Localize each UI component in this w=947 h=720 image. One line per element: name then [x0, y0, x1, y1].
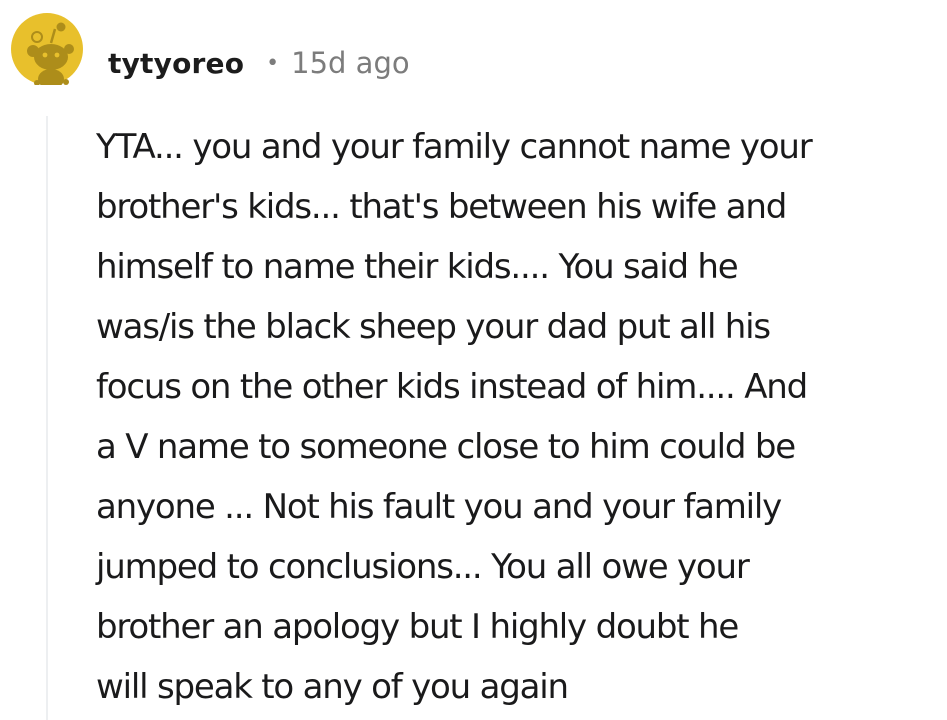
comment-line: YTA... you and your family cannot name y… [96, 127, 813, 167]
comment-line: brother an apology but I highly doubt he [96, 607, 739, 647]
thread-line[interactable] [46, 116, 48, 720]
avatar[interactable] [11, 13, 83, 85]
comment-line: himself to name their kids.... You said … [96, 247, 739, 287]
timestamp[interactable]: 15d ago [291, 46, 409, 80]
comment-line: will speak to any of you again [96, 667, 569, 707]
comment-header: tytyoreo • 15d ago [108, 40, 410, 86]
comment-line: focus on the other kids instead of him..… [96, 367, 808, 407]
comment-line: brother's kids... that's between his wif… [96, 187, 787, 227]
separator-dot: • [266, 50, 280, 76]
comment-line: anyone ... Not his fault you and your fa… [96, 487, 782, 527]
username-link[interactable]: tytyoreo [108, 47, 244, 80]
comment-body: YTA... you and your family cannot name y… [96, 117, 931, 717]
comment-line: jumped to conclusions... You all owe you… [96, 547, 750, 587]
comment-line: was/is the black sheep your dad put all … [96, 307, 771, 347]
snoo-avatar-icon [11, 13, 83, 85]
comment-line: a V name to someone close to him could b… [96, 427, 796, 467]
